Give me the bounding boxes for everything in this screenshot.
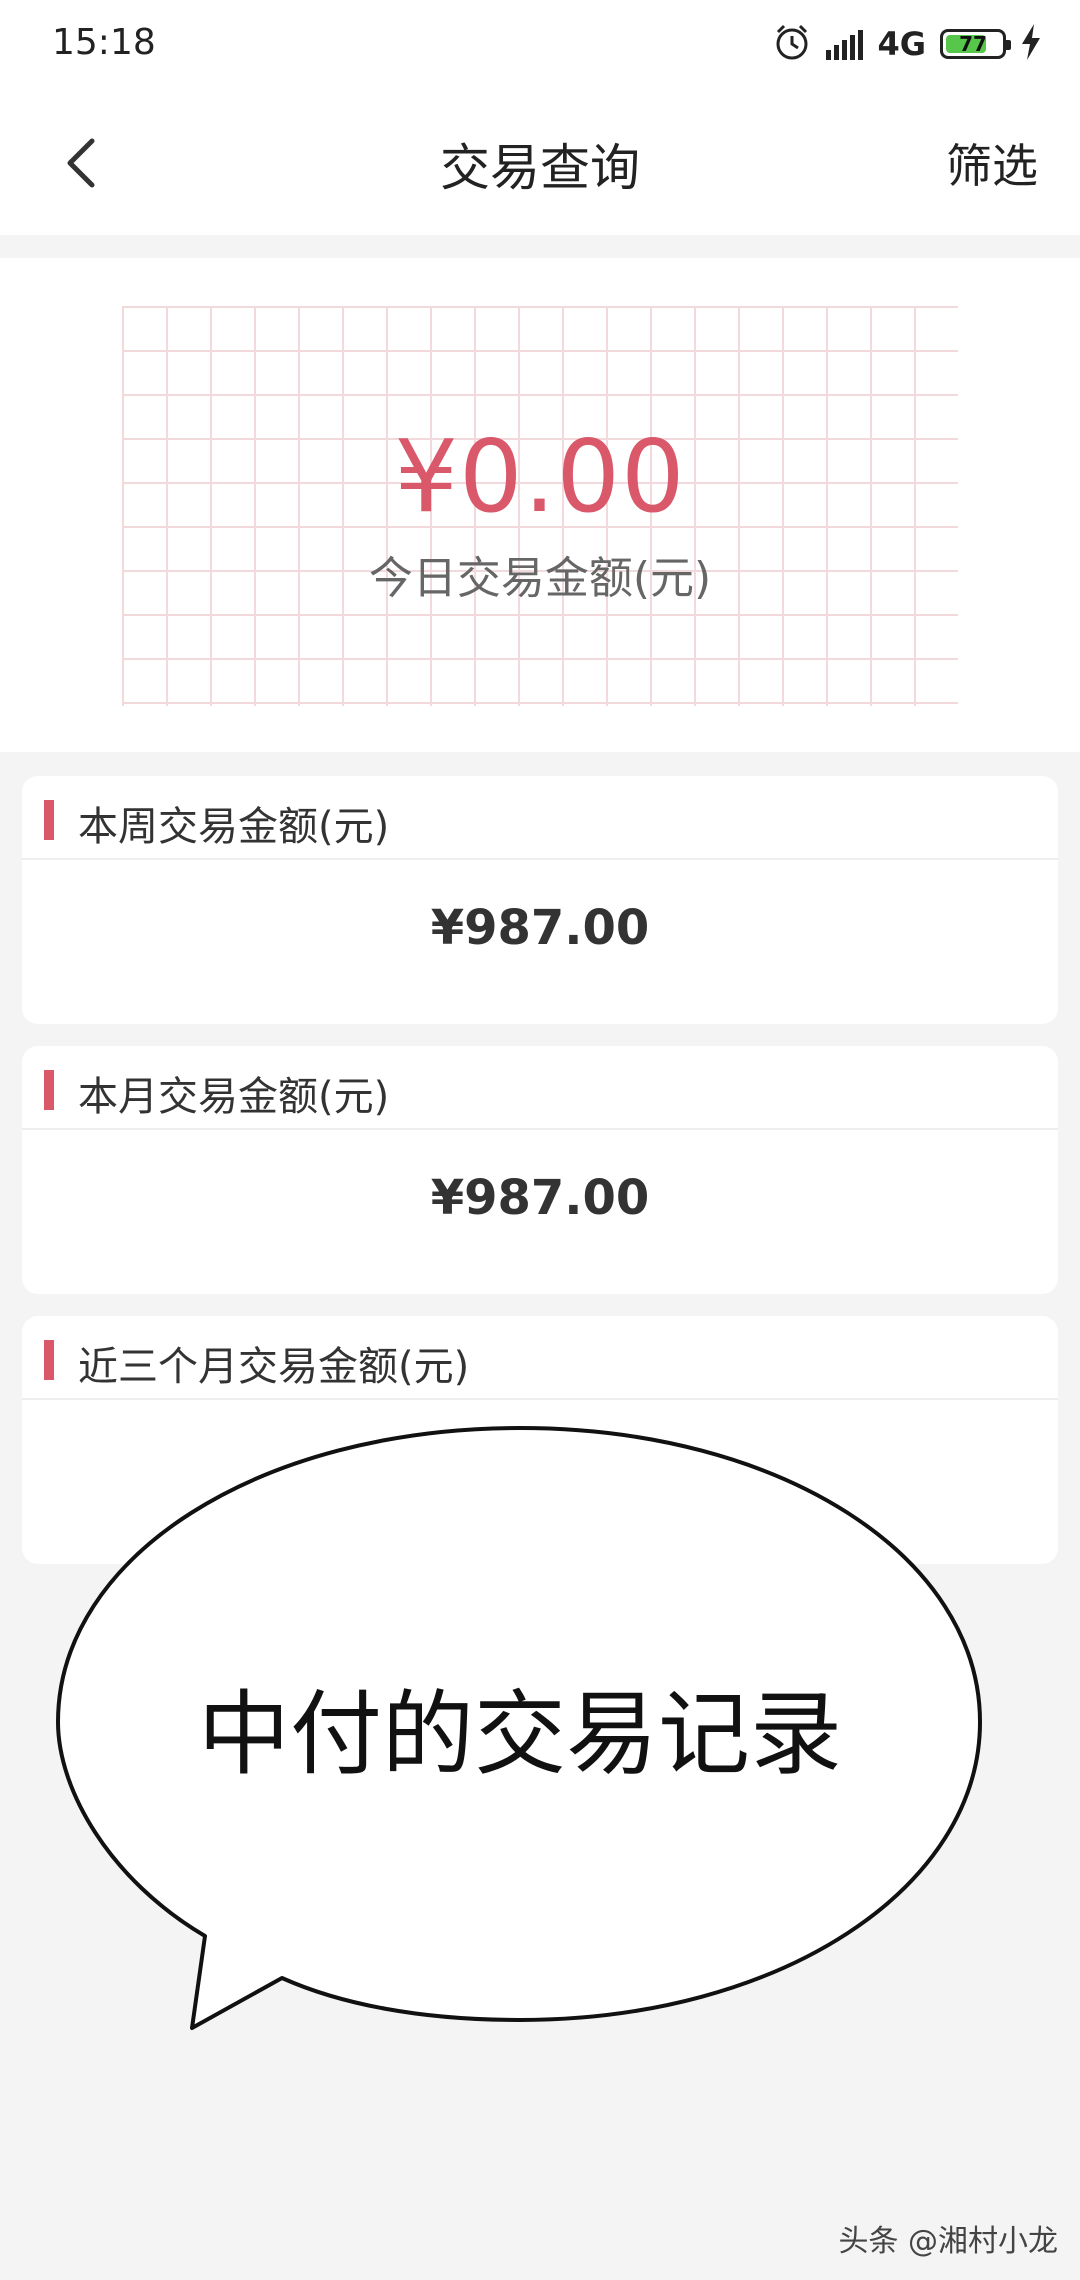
week-amount: ¥987.00 bbox=[430, 900, 650, 956]
status-time: 15:18 bbox=[52, 22, 156, 63]
battery-icon: 77 bbox=[940, 29, 1011, 59]
status-bar: 15:18 4G 77 bbox=[0, 0, 1080, 90]
bubble-caption: 中付的交易记录 bbox=[197, 1681, 842, 1788]
filter-button[interactable]: 筛选 bbox=[946, 130, 1038, 196]
charging-icon bbox=[1020, 24, 1042, 64]
watermark: 头条 @湘村小龙 bbox=[838, 2224, 1058, 2259]
page-title: 交易查询 bbox=[440, 139, 640, 197]
card-title: 本周交易金额(元) bbox=[78, 804, 390, 850]
signal-icon bbox=[826, 28, 864, 60]
battery-level: 77 bbox=[959, 32, 987, 56]
accent-bar bbox=[44, 1070, 54, 1110]
month-amount: ¥987.00 bbox=[430, 1170, 650, 1226]
alarm-icon bbox=[772, 22, 812, 66]
month-summary-card[interactable]: 本月交易金额(元) ¥987.00 bbox=[22, 1046, 1058, 1294]
card-title: 近三个月交易金额(元) bbox=[78, 1344, 470, 1390]
card-title: 本月交易金额(元) bbox=[78, 1074, 390, 1120]
status-icons: 4G 77 bbox=[772, 20, 1042, 68]
week-summary-card[interactable]: 本周交易金额(元) ¥987.00 bbox=[22, 776, 1058, 1024]
accent-bar bbox=[44, 800, 54, 840]
card-header: 近三个月交易金额(元) bbox=[22, 1316, 1058, 1400]
card-header: 本月交易金额(元) bbox=[22, 1046, 1058, 1130]
transaction-query-screen: 15:18 4G 77 交易查询 筛选 ¥0.00 今日交易金额(元) 本周交易… bbox=[0, 0, 1080, 2280]
accent-bar bbox=[44, 1340, 54, 1380]
today-amount: ¥0.00 bbox=[394, 418, 686, 535]
today-label: 今日交易金额(元) bbox=[368, 553, 712, 604]
nav-bar: 交易查询 筛选 bbox=[0, 90, 1080, 235]
network-type: 4G bbox=[877, 25, 926, 63]
card-header: 本周交易金额(元) bbox=[22, 776, 1058, 860]
today-summary: ¥0.00 今日交易金额(元) bbox=[0, 258, 1080, 752]
